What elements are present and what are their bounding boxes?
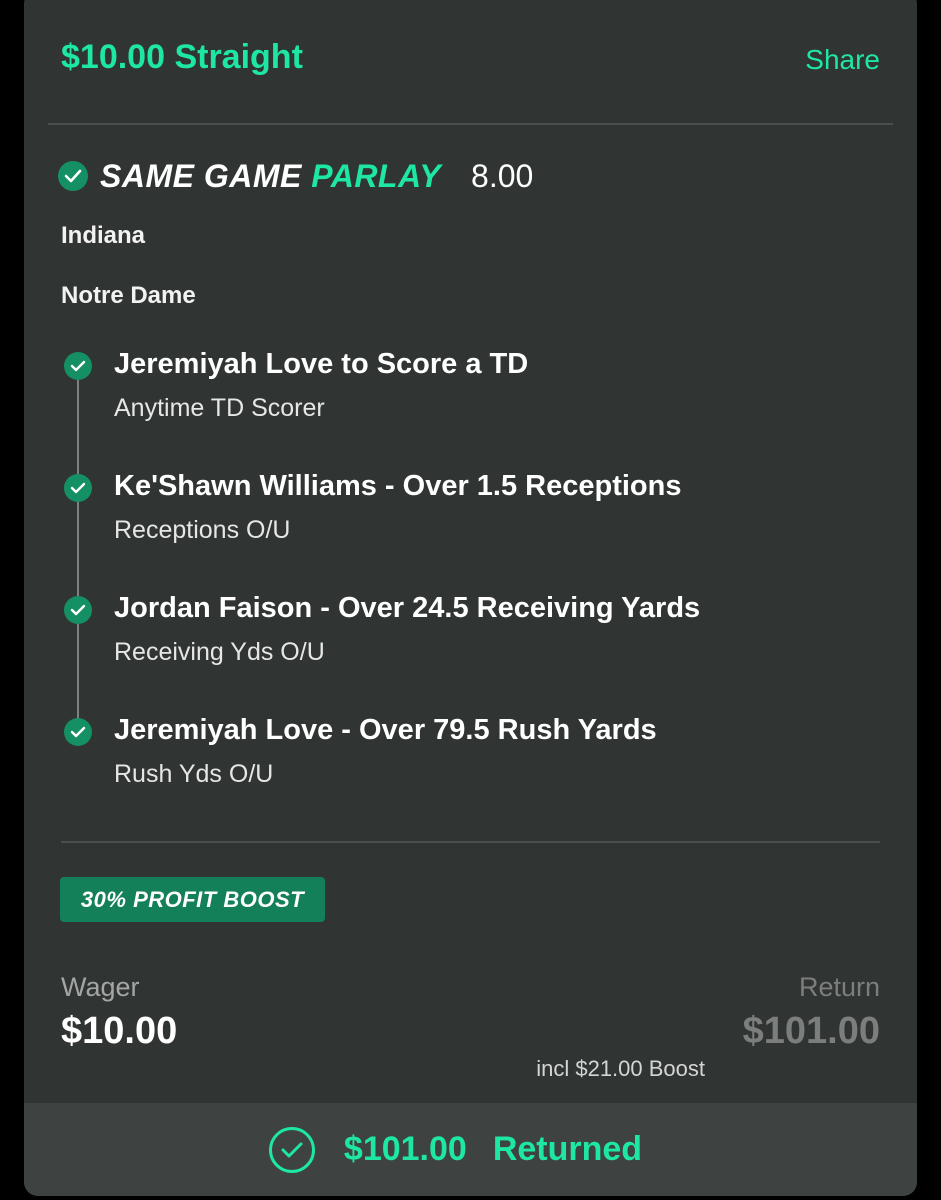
wager-label: Wager xyxy=(61,972,140,1002)
check-circle-outline-icon xyxy=(268,1126,315,1173)
leg-title: Jeremiyah Love - Over 79.5 Rush Yards xyxy=(114,714,657,746)
return-value: $101.00 xyxy=(742,1010,880,1052)
profit-boost-badge: 30% PROFIT BOOST xyxy=(60,877,325,922)
result-amount: $101.00 xyxy=(343,1130,467,1168)
check-circle-icon xyxy=(64,352,92,380)
result-label: Returned xyxy=(492,1130,643,1168)
same-game-parlay-label: SAME GAME PARLAY xyxy=(100,158,441,195)
team-away: Indiana xyxy=(61,222,146,249)
leg-market: Anytime TD Scorer xyxy=(114,394,325,422)
leg-market: Receptions O/U xyxy=(114,516,291,544)
result-status: $101.00 Returned xyxy=(268,1126,643,1173)
result-footer: $101.00 Returned xyxy=(24,1103,917,1196)
check-circle-icon xyxy=(58,161,88,191)
leg-market: Receiving Yds O/U xyxy=(114,638,325,666)
sgp-label-green: PARLAY xyxy=(311,157,442,194)
check-circle-icon xyxy=(64,718,92,746)
bet-card: $10.00 Straight Share SAME GAME PARLAY 8… xyxy=(24,0,917,1196)
boost-note: incl $21.00 Boost xyxy=(536,1056,705,1081)
same-game-parlay-row: SAME GAME PARLAY 8.00 xyxy=(58,156,533,196)
leg-title: Ke'Shawn Williams - Over 1.5 Receptions xyxy=(114,470,682,502)
sgp-label-white: SAME GAME xyxy=(100,157,302,194)
leg-title: Jordan Faison - Over 24.5 Receiving Yard… xyxy=(114,592,701,624)
divider xyxy=(48,123,893,125)
leg-market: Rush Yds O/U xyxy=(114,760,274,788)
team-home: Notre Dame xyxy=(61,282,196,309)
leg-title: Jeremiyah Love to Score a TD xyxy=(114,348,529,380)
bet-header: $10.00 Straight Share xyxy=(24,0,917,124)
return-label: Return xyxy=(798,972,880,1002)
check-circle-icon xyxy=(64,474,92,502)
share-button[interactable]: Share xyxy=(805,44,880,76)
divider xyxy=(61,841,880,843)
wager-value: $10.00 xyxy=(61,1010,178,1052)
leg-timeline xyxy=(77,376,79,738)
parlay-odds: 8.00 xyxy=(471,157,534,194)
bet-title: $10.00 Straight xyxy=(61,38,303,76)
check-circle-icon xyxy=(64,596,92,624)
